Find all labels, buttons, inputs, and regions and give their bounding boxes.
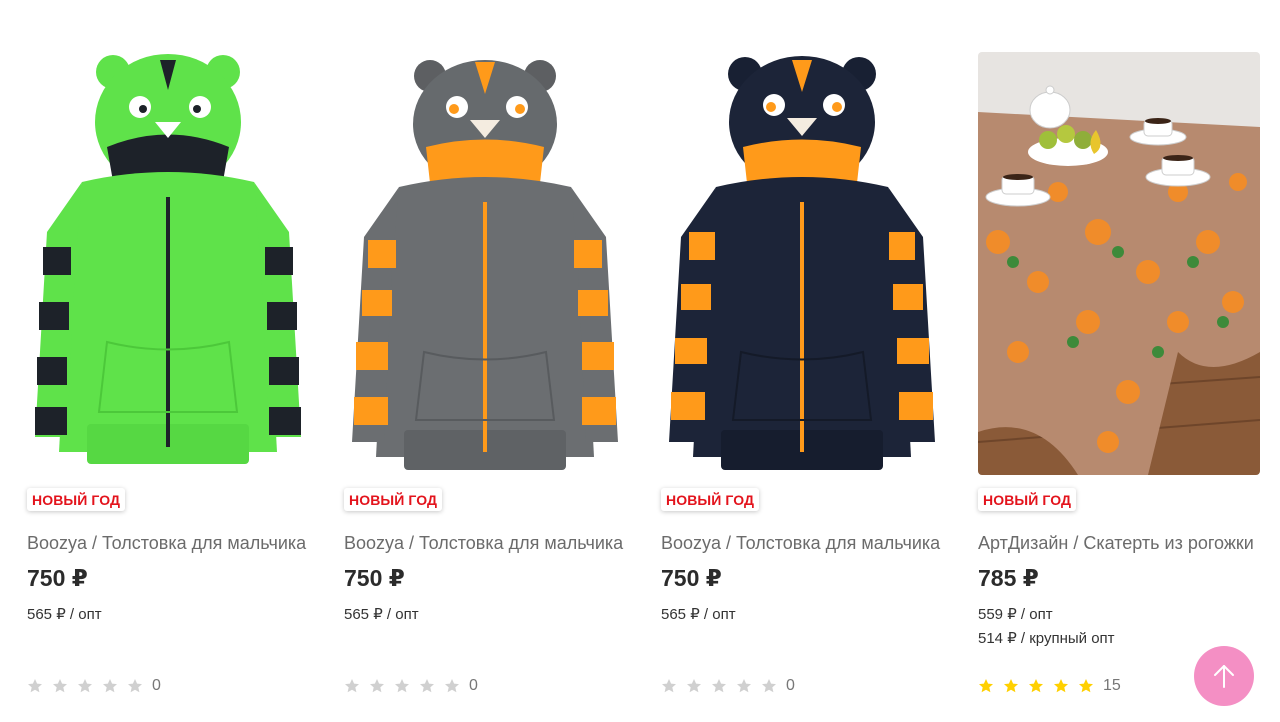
- tablecloth-image: [978, 52, 1260, 475]
- product-price: 785 ₽: [978, 565, 1039, 591]
- review-count[interactable]: 0: [152, 677, 161, 695]
- promo-badge: НОВЫЙ ГОД: [27, 488, 126, 511]
- star-icon: [127, 678, 143, 694]
- product-price: 750 ₽: [344, 565, 405, 591]
- product-rating: 0: [661, 676, 795, 696]
- wholesale-price: 565 ₽ / опт: [661, 606, 736, 623]
- product-rating: 0: [27, 676, 161, 696]
- product-rating: 0: [344, 676, 478, 696]
- review-count[interactable]: 0: [786, 677, 795, 695]
- review-count[interactable]: 0: [469, 677, 478, 695]
- wholesale-prices: 565 ₽ / опт: [27, 603, 309, 627]
- wholesale-price: 565 ₽ / опт: [344, 606, 419, 623]
- scroll-to-top-button[interactable]: [1194, 646, 1254, 706]
- wholesale-price: 559 ₽ / опт: [978, 606, 1053, 623]
- wholesale-prices: 559 ₽ / опт 514 ₽ / крупный опт: [978, 603, 1260, 651]
- star-icon: [1078, 678, 1094, 694]
- star-icon: [1053, 678, 1069, 694]
- product-title[interactable]: Boozya / Толстовка для мальчика: [27, 531, 309, 555]
- product-image[interactable]: [661, 52, 943, 475]
- star-icon: [736, 678, 752, 694]
- product-price: 750 ₽: [661, 565, 722, 591]
- navy-tiger-hoodie-image: [669, 56, 935, 470]
- promo-badge: НОВЫЙ ГОД: [661, 488, 760, 511]
- wholesale-prices: 565 ₽ / опт: [661, 603, 943, 627]
- product-image[interactable]: [27, 52, 309, 475]
- product-image[interactable]: [344, 52, 626, 475]
- product-title[interactable]: Boozya / Толстовка для мальчика: [661, 531, 943, 555]
- star-icon: [711, 678, 727, 694]
- product-image[interactable]: [978, 52, 1260, 475]
- star-icon: [344, 678, 360, 694]
- wholesale-price: 565 ₽ / опт: [27, 606, 102, 623]
- star-icon: [419, 678, 435, 694]
- gray-tiger-hoodie-image: [352, 60, 618, 470]
- review-count[interactable]: 15: [1103, 677, 1121, 695]
- star-icon: [761, 678, 777, 694]
- promo-badge: НОВЫЙ ГОД: [978, 488, 1077, 511]
- star-icon: [1028, 678, 1044, 694]
- star-icon: [77, 678, 93, 694]
- product-title[interactable]: Boozya / Толстовка для мальчика: [344, 531, 626, 555]
- product-rating: 15: [978, 676, 1121, 696]
- product-card[interactable]: НОВЫЙ ГОД Boozya / Толстовка для мальчик…: [27, 52, 309, 694]
- product-card[interactable]: НОВЫЙ ГОД Boozya / Толстовка для мальчик…: [661, 52, 943, 694]
- star-icon: [369, 678, 385, 694]
- star-icon: [52, 678, 68, 694]
- star-icon: [978, 678, 994, 694]
- product-card[interactable]: НОВЫЙ ГОД АртДизайн / Скатерть из рогожк…: [978, 52, 1260, 694]
- promo-badge: НОВЫЙ ГОД: [344, 488, 443, 511]
- star-icon: [661, 678, 677, 694]
- product-title[interactable]: АртДизайн / Скатерть из рогожки: [978, 531, 1260, 555]
- product-card[interactable]: НОВЫЙ ГОД Boozya / Толстовка для мальчик…: [344, 52, 626, 694]
- star-icon: [27, 678, 43, 694]
- arrow-up-icon: [1214, 665, 1234, 688]
- star-icon: [394, 678, 410, 694]
- product-price: 750 ₽: [27, 565, 88, 591]
- wholesale-prices: 565 ₽ / опт: [344, 603, 626, 627]
- star-icon: [686, 678, 702, 694]
- star-icon: [1003, 678, 1019, 694]
- product-grid: НОВЫЙ ГОД Boozya / Толстовка для мальчик…: [0, 0, 1280, 722]
- star-icon: [444, 678, 460, 694]
- green-tiger-hoodie-image: [35, 54, 301, 464]
- star-icon: [102, 678, 118, 694]
